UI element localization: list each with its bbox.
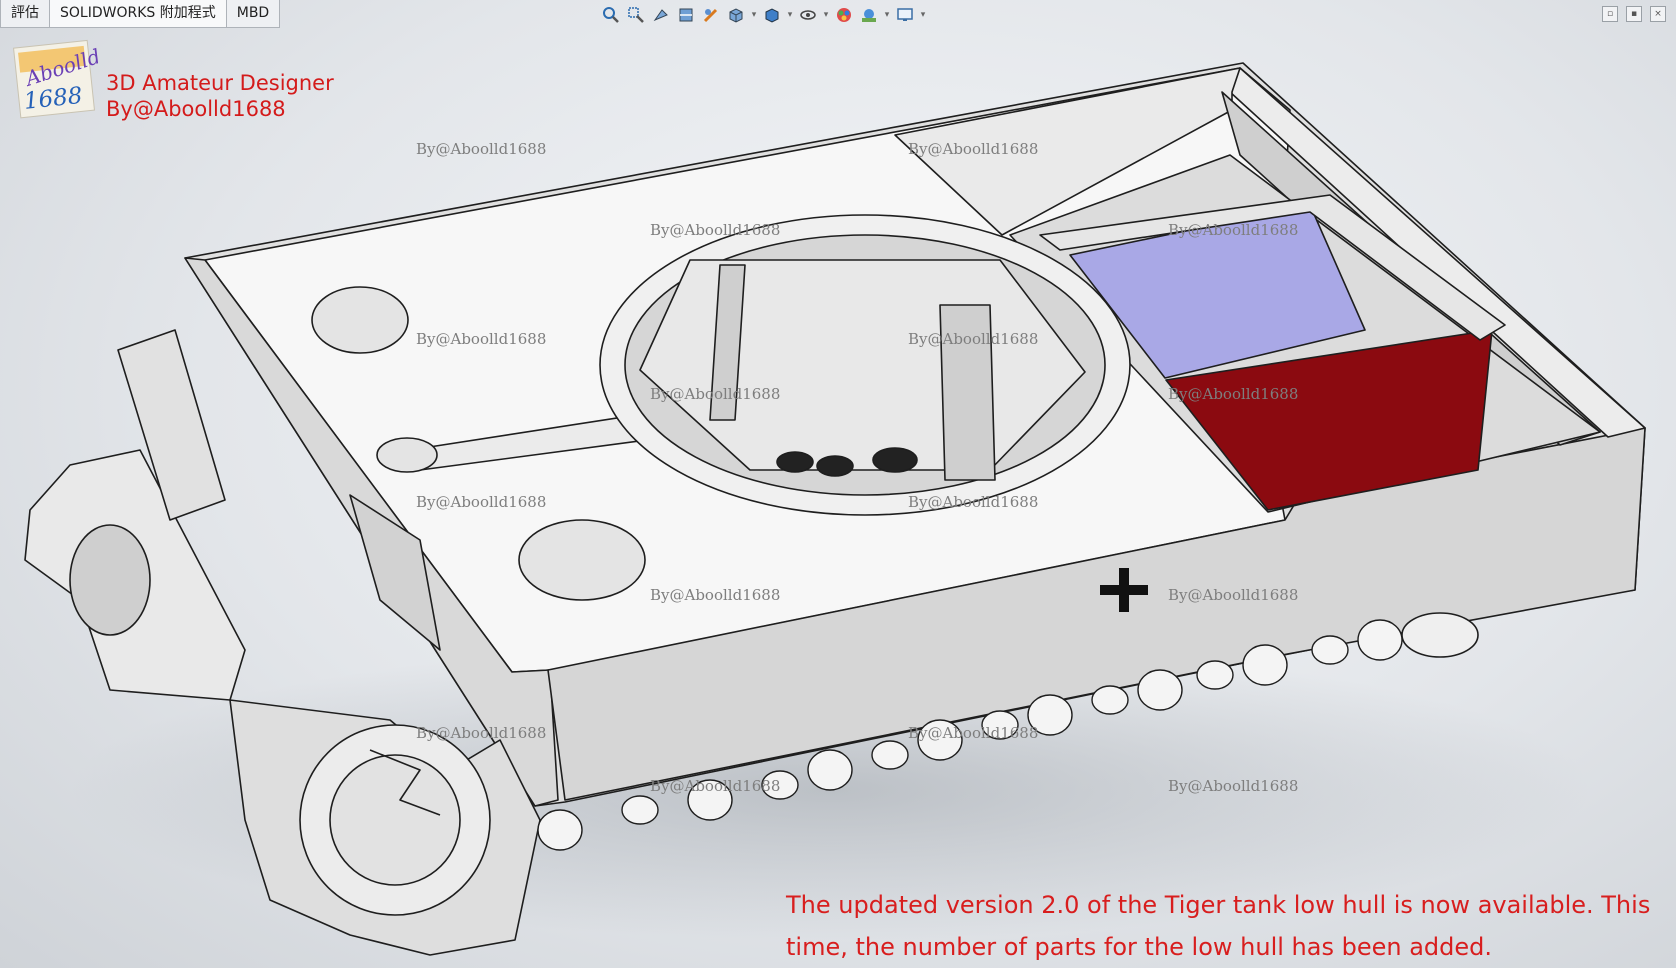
- zoom-to-fit-icon[interactable]: [600, 4, 622, 26]
- tile-icon[interactable]: ▪: [1626, 6, 1642, 22]
- window-controls: ▫ ▪ ×: [1602, 6, 1666, 22]
- caption-line-1: The updated version 2.0 of the Tiger tan…: [786, 891, 1651, 919]
- floor-hole: [776, 451, 814, 473]
- display-style-icon[interactable]: [761, 4, 783, 26]
- watermark: By@Aboolld1688: [650, 777, 781, 795]
- dynamic-annotation-icon[interactable]: [700, 4, 722, 26]
- watermark: By@Aboolld1688: [416, 724, 547, 742]
- edit-appearance-icon[interactable]: [833, 4, 855, 26]
- front-idler-mount: [69, 524, 151, 636]
- watermark: By@Aboolld1688: [908, 493, 1039, 511]
- hide-show-items-icon[interactable]: [797, 4, 819, 26]
- watermark: By@Aboolld1688: [650, 586, 781, 604]
- brand-logo: Aboolld 1688: [13, 39, 98, 119]
- chevron-down-icon[interactable]: ▾: [786, 10, 794, 20]
- watermark: By@Aboolld1688: [1168, 221, 1299, 239]
- floor-hole: [816, 455, 854, 477]
- chevron-down-icon[interactable]: ▾: [750, 10, 758, 20]
- chevron-down-icon[interactable]: ▾: [822, 10, 830, 20]
- watermark: By@Aboolld1688: [908, 724, 1039, 742]
- announcement-caption: The updated version 2.0 of the Tiger tan…: [786, 884, 1656, 968]
- cad-model-viewport[interactable]: [0, 0, 1676, 968]
- solidworks-window: 評估 SOLIDWORKS 附加程式 MBD ▾ ▾ ▾ ▾ ▾ ▫ ▪ × A…: [0, 0, 1676, 968]
- tab-mbd[interactable]: MBD: [225, 0, 281, 28]
- restore-icon[interactable]: ▫: [1602, 6, 1618, 22]
- section-view-icon[interactable]: [675, 4, 697, 26]
- floor-hole: [872, 447, 918, 473]
- watermark: By@Aboolld1688: [1168, 385, 1299, 403]
- apply-scene-icon[interactable]: [858, 4, 880, 26]
- hatch-opening: [518, 519, 646, 601]
- watermark: By@Aboolld1688: [1168, 777, 1299, 795]
- tab-evaluate[interactable]: 評估: [0, 0, 50, 28]
- rear-idler-mount: [1401, 612, 1479, 658]
- watermark: By@Aboolld1688: [416, 330, 547, 348]
- watermark: By@Aboolld1688: [650, 385, 781, 403]
- view-settings-icon[interactable]: [894, 4, 916, 26]
- view-orientation-icon[interactable]: [725, 4, 747, 26]
- close-icon[interactable]: ×: [1650, 6, 1666, 22]
- brand-title: 3D Amateur Designer: [106, 71, 334, 95]
- heads-up-view-toolbar: ▾ ▾ ▾ ▾ ▾: [600, 3, 927, 27]
- chevron-down-icon[interactable]: ▾: [883, 10, 891, 20]
- watermark: By@Aboolld1688: [908, 140, 1039, 158]
- previous-view-icon[interactable]: [650, 4, 672, 26]
- caption-line-2: time, the number of parts for the low hu…: [786, 933, 1493, 961]
- hatch-opening: [376, 437, 438, 473]
- watermark: By@Aboolld1688: [908, 330, 1039, 348]
- brand-author: By@Aboolld1688: [106, 97, 286, 121]
- watermark: By@Aboolld1688: [1168, 586, 1299, 604]
- chevron-down-icon[interactable]: ▾: [919, 10, 927, 20]
- brand-block: 3D Amateur Designer By@Aboolld1688: [106, 70, 334, 122]
- command-manager-tabs: 評估 SOLIDWORKS 附加程式 MBD: [0, 0, 281, 28]
- watermark: By@Aboolld1688: [650, 221, 781, 239]
- zoom-to-area-icon[interactable]: [625, 4, 647, 26]
- watermark: By@Aboolld1688: [416, 493, 547, 511]
- final-drive-hub: [329, 754, 461, 886]
- watermark: By@Aboolld1688: [416, 140, 547, 158]
- hatch-opening: [311, 286, 409, 354]
- tab-solidworks-addins[interactable]: SOLIDWORKS 附加程式: [49, 0, 227, 28]
